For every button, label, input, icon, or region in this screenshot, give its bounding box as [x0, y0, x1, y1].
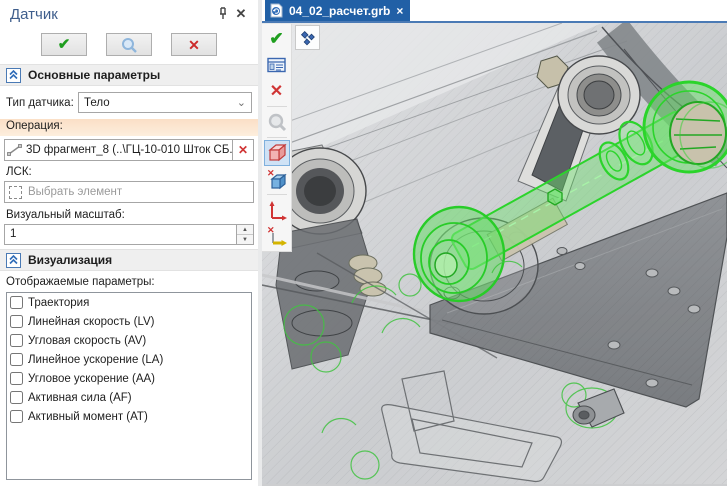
checkbox-linear-velocity[interactable]: [10, 315, 23, 328]
param-row-trajectory[interactable]: Траектория: [7, 293, 251, 312]
param-row-angular-acceleration[interactable]: Угловое ускорение (AA): [7, 369, 251, 388]
visual-scale-stepper[interactable]: 1 ▲ ▼: [4, 224, 254, 245]
sensor-type-select[interactable]: Тело ⌄: [78, 92, 252, 113]
toolbar-separator: [267, 106, 287, 107]
cancel-icon[interactable]: ✕: [264, 78, 290, 104]
lcs-placeholder: Выбрать элемент: [28, 186, 122, 198]
document-icon: [270, 3, 283, 18]
param-row-active-force[interactable]: Активная сила (AF): [7, 388, 251, 407]
section-title: Визуализация: [28, 253, 112, 267]
operation-field[interactable]: 3D фрагмент_8 (..\ГЦ-10-010 Шток СБ.grb)…: [4, 139, 254, 161]
checkbox-linear-acceleration[interactable]: [10, 353, 23, 366]
sensor-type-label: Тип датчика:: [6, 97, 78, 109]
param-row-linear-velocity[interactable]: Линейная скорость (LV): [7, 312, 251, 331]
panel-title: Датчик: [10, 6, 214, 23]
panel-toolbar: ✔ ✕: [0, 26, 258, 64]
operation-label: Операция:: [0, 119, 258, 136]
panel-close-icon[interactable]: ✕: [232, 5, 250, 23]
preview-icon[interactable]: [264, 109, 290, 135]
check-icon: ✔: [58, 37, 71, 52]
lcs-axes-icon[interactable]: [264, 197, 290, 223]
checkbox-active-moment[interactable]: [10, 410, 23, 423]
operation-remove-icon[interactable]: ✕: [232, 140, 253, 160]
lcs-target-axes-icon[interactable]: ✕: [264, 223, 290, 249]
document-tab-title: 04_02_расчет.grb: [289, 4, 390, 18]
visual-scale-value: 1: [5, 225, 236, 244]
toolbar-separator: [267, 194, 287, 195]
param-row-linear-acceleration[interactable]: Линейное ускорение (LA): [7, 350, 251, 369]
body-cube-icon[interactable]: [264, 140, 290, 166]
confirm-button[interactable]: ✔: [41, 33, 87, 56]
lcs-field[interactable]: Выбрать элемент: [4, 181, 254, 203]
links-structure-button[interactable]: [295, 25, 320, 50]
checkbox-trajectory[interactable]: [10, 296, 23, 309]
checkbox-angular-acceleration[interactable]: [10, 372, 23, 385]
panel-header: Датчик ✕: [0, 0, 258, 26]
section-visualization[interactable]: Визуализация: [0, 249, 258, 271]
tab-close-icon[interactable]: ×: [396, 4, 403, 18]
collapse-chevron-icon[interactable]: [6, 68, 21, 83]
confirm-icon[interactable]: ✔: [264, 26, 290, 52]
lcs-label: ЛСК:: [0, 164, 258, 180]
edge-icon: [5, 144, 23, 156]
preview-button[interactable]: [106, 33, 152, 56]
checkbox-angular-velocity[interactable]: [10, 334, 23, 347]
spin-down-icon[interactable]: ▼: [237, 235, 253, 244]
structure-icon: [300, 30, 316, 46]
document-tabbar: 04_02_расчет.grb ×: [262, 0, 727, 23]
visual-scale-label: Визуальный масштаб:: [0, 207, 258, 223]
app-window: Датчик ✕ ✔ ✕ Основные параметры Тип: [0, 0, 727, 486]
chevron-down-icon: ⌄: [237, 96, 246, 109]
svg-text:✕: ✕: [267, 168, 275, 178]
section-main-parameters[interactable]: Основные параметры: [0, 64, 258, 86]
cancel-button[interactable]: ✕: [171, 33, 217, 56]
document-area: 04_02_расчет.grb ×: [262, 0, 727, 486]
sensor-panel: Датчик ✕ ✔ ✕ Основные параметры Тип: [0, 0, 262, 486]
3d-model-view: [262, 23, 727, 484]
3d-viewport[interactable]: ✔ ✕ ✕: [262, 23, 727, 486]
pin-icon[interactable]: [214, 5, 232, 23]
properties-dialog-icon[interactable]: [264, 52, 290, 78]
exclude-body-cube-icon[interactable]: ✕: [264, 166, 290, 192]
magnifier-icon: [121, 37, 138, 53]
param-row-active-moment[interactable]: Активный момент (AT): [7, 407, 251, 426]
viewport-toolbar: ✔ ✕ ✕: [262, 24, 292, 252]
collapse-chevron-icon[interactable]: [6, 253, 21, 268]
param-row-angular-velocity[interactable]: Угловая скорость (AV): [7, 331, 251, 350]
toolbar-separator: [267, 137, 287, 138]
operation-value: 3D фрагмент_8 (..\ГЦ-10-010 Шток СБ.grb): [23, 144, 232, 156]
checkbox-active-force[interactable]: [10, 391, 23, 404]
section-title: Основные параметры: [28, 68, 160, 82]
sensor-type-row: Тип датчика: Тело ⌄: [6, 92, 252, 113]
spin-up-icon[interactable]: ▲: [237, 225, 253, 235]
sensor-type-value: Тело: [84, 97, 237, 109]
displayed-params-list: Траектория Линейная скорость (LV) Углова…: [6, 292, 252, 480]
document-tab[interactable]: 04_02_расчет.grb ×: [265, 0, 410, 21]
select-element-icon: [9, 186, 22, 199]
displayed-params-label: Отображаемые параметры:: [0, 271, 258, 290]
cancel-icon: ✕: [188, 38, 200, 52]
